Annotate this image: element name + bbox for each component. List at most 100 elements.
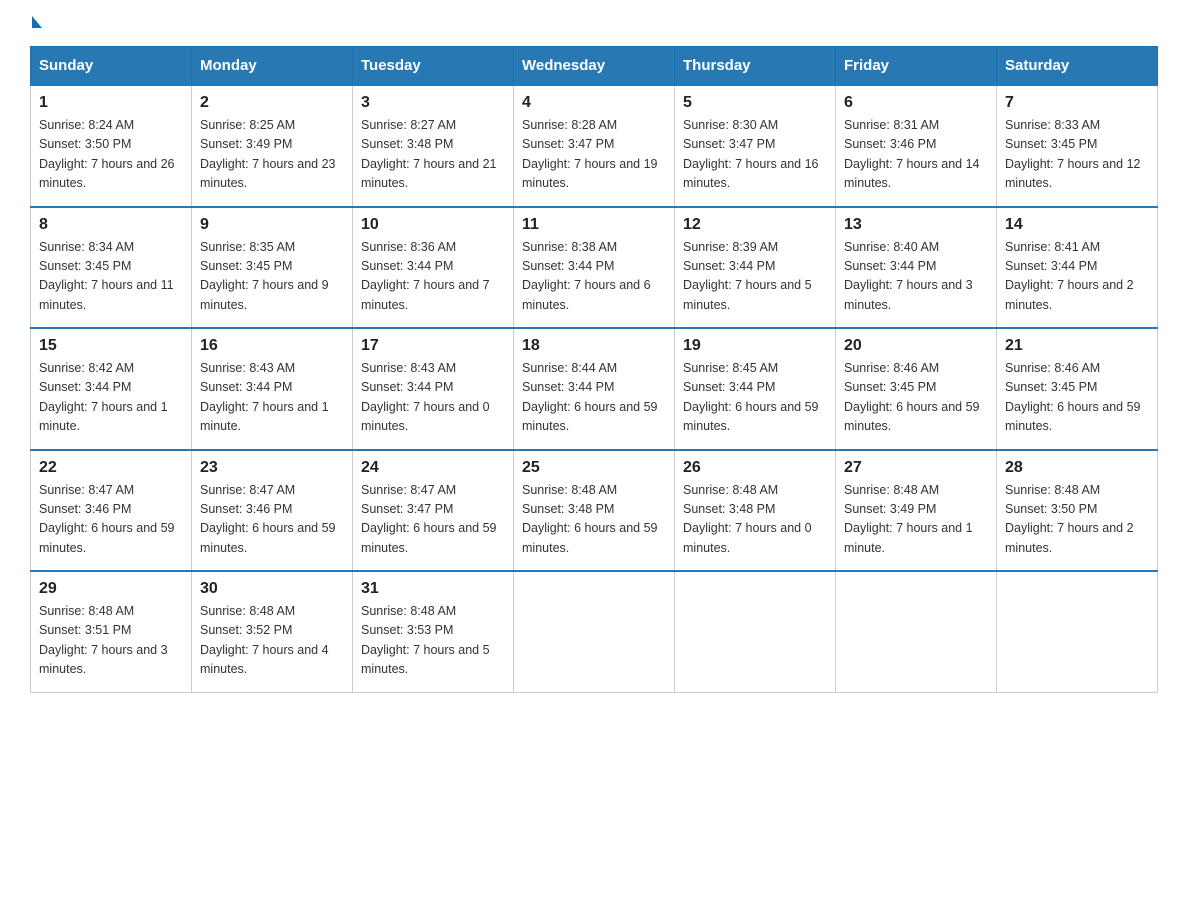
calendar-cell: 24 Sunrise: 8:47 AMSunset: 3:47 PMDaylig… [353, 450, 514, 572]
day-number: 2 [200, 94, 344, 112]
day-info: Sunrise: 8:48 AMSunset: 3:49 PMDaylight:… [844, 481, 988, 559]
day-number: 7 [1005, 94, 1149, 112]
logo-triangle-icon [32, 16, 42, 28]
calendar-cell: 17 Sunrise: 8:43 AMSunset: 3:44 PMDaylig… [353, 328, 514, 450]
calendar-cell: 26 Sunrise: 8:48 AMSunset: 3:48 PMDaylig… [675, 450, 836, 572]
calendar-cell: 30 Sunrise: 8:48 AMSunset: 3:52 PMDaylig… [192, 571, 353, 692]
day-number: 19 [683, 337, 827, 355]
day-number: 20 [844, 337, 988, 355]
calendar-cell: 19 Sunrise: 8:45 AMSunset: 3:44 PMDaylig… [675, 328, 836, 450]
day-info: Sunrise: 8:30 AMSunset: 3:47 PMDaylight:… [683, 116, 827, 194]
weekday-header-thursday: Thursday [675, 47, 836, 86]
day-info: Sunrise: 8:48 AMSunset: 3:53 PMDaylight:… [361, 602, 505, 680]
day-info: Sunrise: 8:48 AMSunset: 3:48 PMDaylight:… [522, 481, 666, 559]
calendar-cell [514, 571, 675, 692]
calendar-cell: 21 Sunrise: 8:46 AMSunset: 3:45 PMDaylig… [997, 328, 1158, 450]
day-info: Sunrise: 8:25 AMSunset: 3:49 PMDaylight:… [200, 116, 344, 194]
day-number: 21 [1005, 337, 1149, 355]
day-info: Sunrise: 8:48 AMSunset: 3:51 PMDaylight:… [39, 602, 183, 680]
day-number: 26 [683, 459, 827, 477]
calendar-cell: 1 Sunrise: 8:24 AMSunset: 3:50 PMDayligh… [31, 85, 192, 207]
day-number: 18 [522, 337, 666, 355]
weekday-header-tuesday: Tuesday [353, 47, 514, 86]
week-row-2: 8 Sunrise: 8:34 AMSunset: 3:45 PMDayligh… [31, 207, 1158, 329]
day-info: Sunrise: 8:28 AMSunset: 3:47 PMDaylight:… [522, 116, 666, 194]
day-number: 17 [361, 337, 505, 355]
day-info: Sunrise: 8:41 AMSunset: 3:44 PMDaylight:… [1005, 238, 1149, 316]
day-info: Sunrise: 8:34 AMSunset: 3:45 PMDaylight:… [39, 238, 183, 316]
day-info: Sunrise: 8:24 AMSunset: 3:50 PMDaylight:… [39, 116, 183, 194]
calendar-cell: 9 Sunrise: 8:35 AMSunset: 3:45 PMDayligh… [192, 207, 353, 329]
calendar-cell: 31 Sunrise: 8:48 AMSunset: 3:53 PMDaylig… [353, 571, 514, 692]
day-info: Sunrise: 8:33 AMSunset: 3:45 PMDaylight:… [1005, 116, 1149, 194]
day-info: Sunrise: 8:31 AMSunset: 3:46 PMDaylight:… [844, 116, 988, 194]
day-info: Sunrise: 8:48 AMSunset: 3:48 PMDaylight:… [683, 481, 827, 559]
day-info: Sunrise: 8:48 AMSunset: 3:52 PMDaylight:… [200, 602, 344, 680]
calendar-cell: 23 Sunrise: 8:47 AMSunset: 3:46 PMDaylig… [192, 450, 353, 572]
day-info: Sunrise: 8:39 AMSunset: 3:44 PMDaylight:… [683, 238, 827, 316]
calendar-cell: 8 Sunrise: 8:34 AMSunset: 3:45 PMDayligh… [31, 207, 192, 329]
calendar-cell: 10 Sunrise: 8:36 AMSunset: 3:44 PMDaylig… [353, 207, 514, 329]
day-number: 8 [39, 216, 183, 234]
day-info: Sunrise: 8:44 AMSunset: 3:44 PMDaylight:… [522, 359, 666, 437]
logo [30, 20, 42, 28]
calendar-cell: 28 Sunrise: 8:48 AMSunset: 3:50 PMDaylig… [997, 450, 1158, 572]
day-number: 29 [39, 580, 183, 598]
weekday-header-friday: Friday [836, 47, 997, 86]
calendar-cell: 14 Sunrise: 8:41 AMSunset: 3:44 PMDaylig… [997, 207, 1158, 329]
day-number: 28 [1005, 459, 1149, 477]
day-info: Sunrise: 8:47 AMSunset: 3:46 PMDaylight:… [200, 481, 344, 559]
day-number: 14 [1005, 216, 1149, 234]
day-info: Sunrise: 8:42 AMSunset: 3:44 PMDaylight:… [39, 359, 183, 437]
day-info: Sunrise: 8:47 AMSunset: 3:47 PMDaylight:… [361, 481, 505, 559]
calendar-cell: 3 Sunrise: 8:27 AMSunset: 3:48 PMDayligh… [353, 85, 514, 207]
day-info: Sunrise: 8:48 AMSunset: 3:50 PMDaylight:… [1005, 481, 1149, 559]
day-number: 30 [200, 580, 344, 598]
day-number: 22 [39, 459, 183, 477]
day-info: Sunrise: 8:27 AMSunset: 3:48 PMDaylight:… [361, 116, 505, 194]
calendar-cell: 5 Sunrise: 8:30 AMSunset: 3:47 PMDayligh… [675, 85, 836, 207]
day-info: Sunrise: 8:45 AMSunset: 3:44 PMDaylight:… [683, 359, 827, 437]
day-number: 23 [200, 459, 344, 477]
calendar-table: SundayMondayTuesdayWednesdayThursdayFrid… [30, 46, 1158, 693]
day-info: Sunrise: 8:46 AMSunset: 3:45 PMDaylight:… [1005, 359, 1149, 437]
calendar-cell [997, 571, 1158, 692]
day-number: 16 [200, 337, 344, 355]
day-number: 3 [361, 94, 505, 112]
calendar-cell: 2 Sunrise: 8:25 AMSunset: 3:49 PMDayligh… [192, 85, 353, 207]
calendar-cell: 18 Sunrise: 8:44 AMSunset: 3:44 PMDaylig… [514, 328, 675, 450]
calendar-cell: 4 Sunrise: 8:28 AMSunset: 3:47 PMDayligh… [514, 85, 675, 207]
calendar-cell: 22 Sunrise: 8:47 AMSunset: 3:46 PMDaylig… [31, 450, 192, 572]
day-info: Sunrise: 8:47 AMSunset: 3:46 PMDaylight:… [39, 481, 183, 559]
calendar-cell: 29 Sunrise: 8:48 AMSunset: 3:51 PMDaylig… [31, 571, 192, 692]
day-info: Sunrise: 8:35 AMSunset: 3:45 PMDaylight:… [200, 238, 344, 316]
calendar-cell: 13 Sunrise: 8:40 AMSunset: 3:44 PMDaylig… [836, 207, 997, 329]
day-info: Sunrise: 8:43 AMSunset: 3:44 PMDaylight:… [361, 359, 505, 437]
day-number: 10 [361, 216, 505, 234]
week-row-5: 29 Sunrise: 8:48 AMSunset: 3:51 PMDaylig… [31, 571, 1158, 692]
day-number: 1 [39, 94, 183, 112]
weekday-header-sunday: Sunday [31, 47, 192, 86]
day-number: 9 [200, 216, 344, 234]
calendar-cell [675, 571, 836, 692]
calendar-cell: 7 Sunrise: 8:33 AMSunset: 3:45 PMDayligh… [997, 85, 1158, 207]
day-number: 4 [522, 94, 666, 112]
day-number: 31 [361, 580, 505, 598]
day-number: 12 [683, 216, 827, 234]
day-number: 6 [844, 94, 988, 112]
day-info: Sunrise: 8:43 AMSunset: 3:44 PMDaylight:… [200, 359, 344, 437]
week-row-1: 1 Sunrise: 8:24 AMSunset: 3:50 PMDayligh… [31, 85, 1158, 207]
calendar-cell: 20 Sunrise: 8:46 AMSunset: 3:45 PMDaylig… [836, 328, 997, 450]
calendar-cell: 15 Sunrise: 8:42 AMSunset: 3:44 PMDaylig… [31, 328, 192, 450]
week-row-3: 15 Sunrise: 8:42 AMSunset: 3:44 PMDaylig… [31, 328, 1158, 450]
weekday-header-saturday: Saturday [997, 47, 1158, 86]
day-number: 13 [844, 216, 988, 234]
day-number: 27 [844, 459, 988, 477]
day-info: Sunrise: 8:40 AMSunset: 3:44 PMDaylight:… [844, 238, 988, 316]
calendar-cell: 25 Sunrise: 8:48 AMSunset: 3:48 PMDaylig… [514, 450, 675, 572]
day-info: Sunrise: 8:46 AMSunset: 3:45 PMDaylight:… [844, 359, 988, 437]
calendar-cell: 27 Sunrise: 8:48 AMSunset: 3:49 PMDaylig… [836, 450, 997, 572]
calendar-cell: 12 Sunrise: 8:39 AMSunset: 3:44 PMDaylig… [675, 207, 836, 329]
weekday-header-monday: Monday [192, 47, 353, 86]
day-number: 5 [683, 94, 827, 112]
